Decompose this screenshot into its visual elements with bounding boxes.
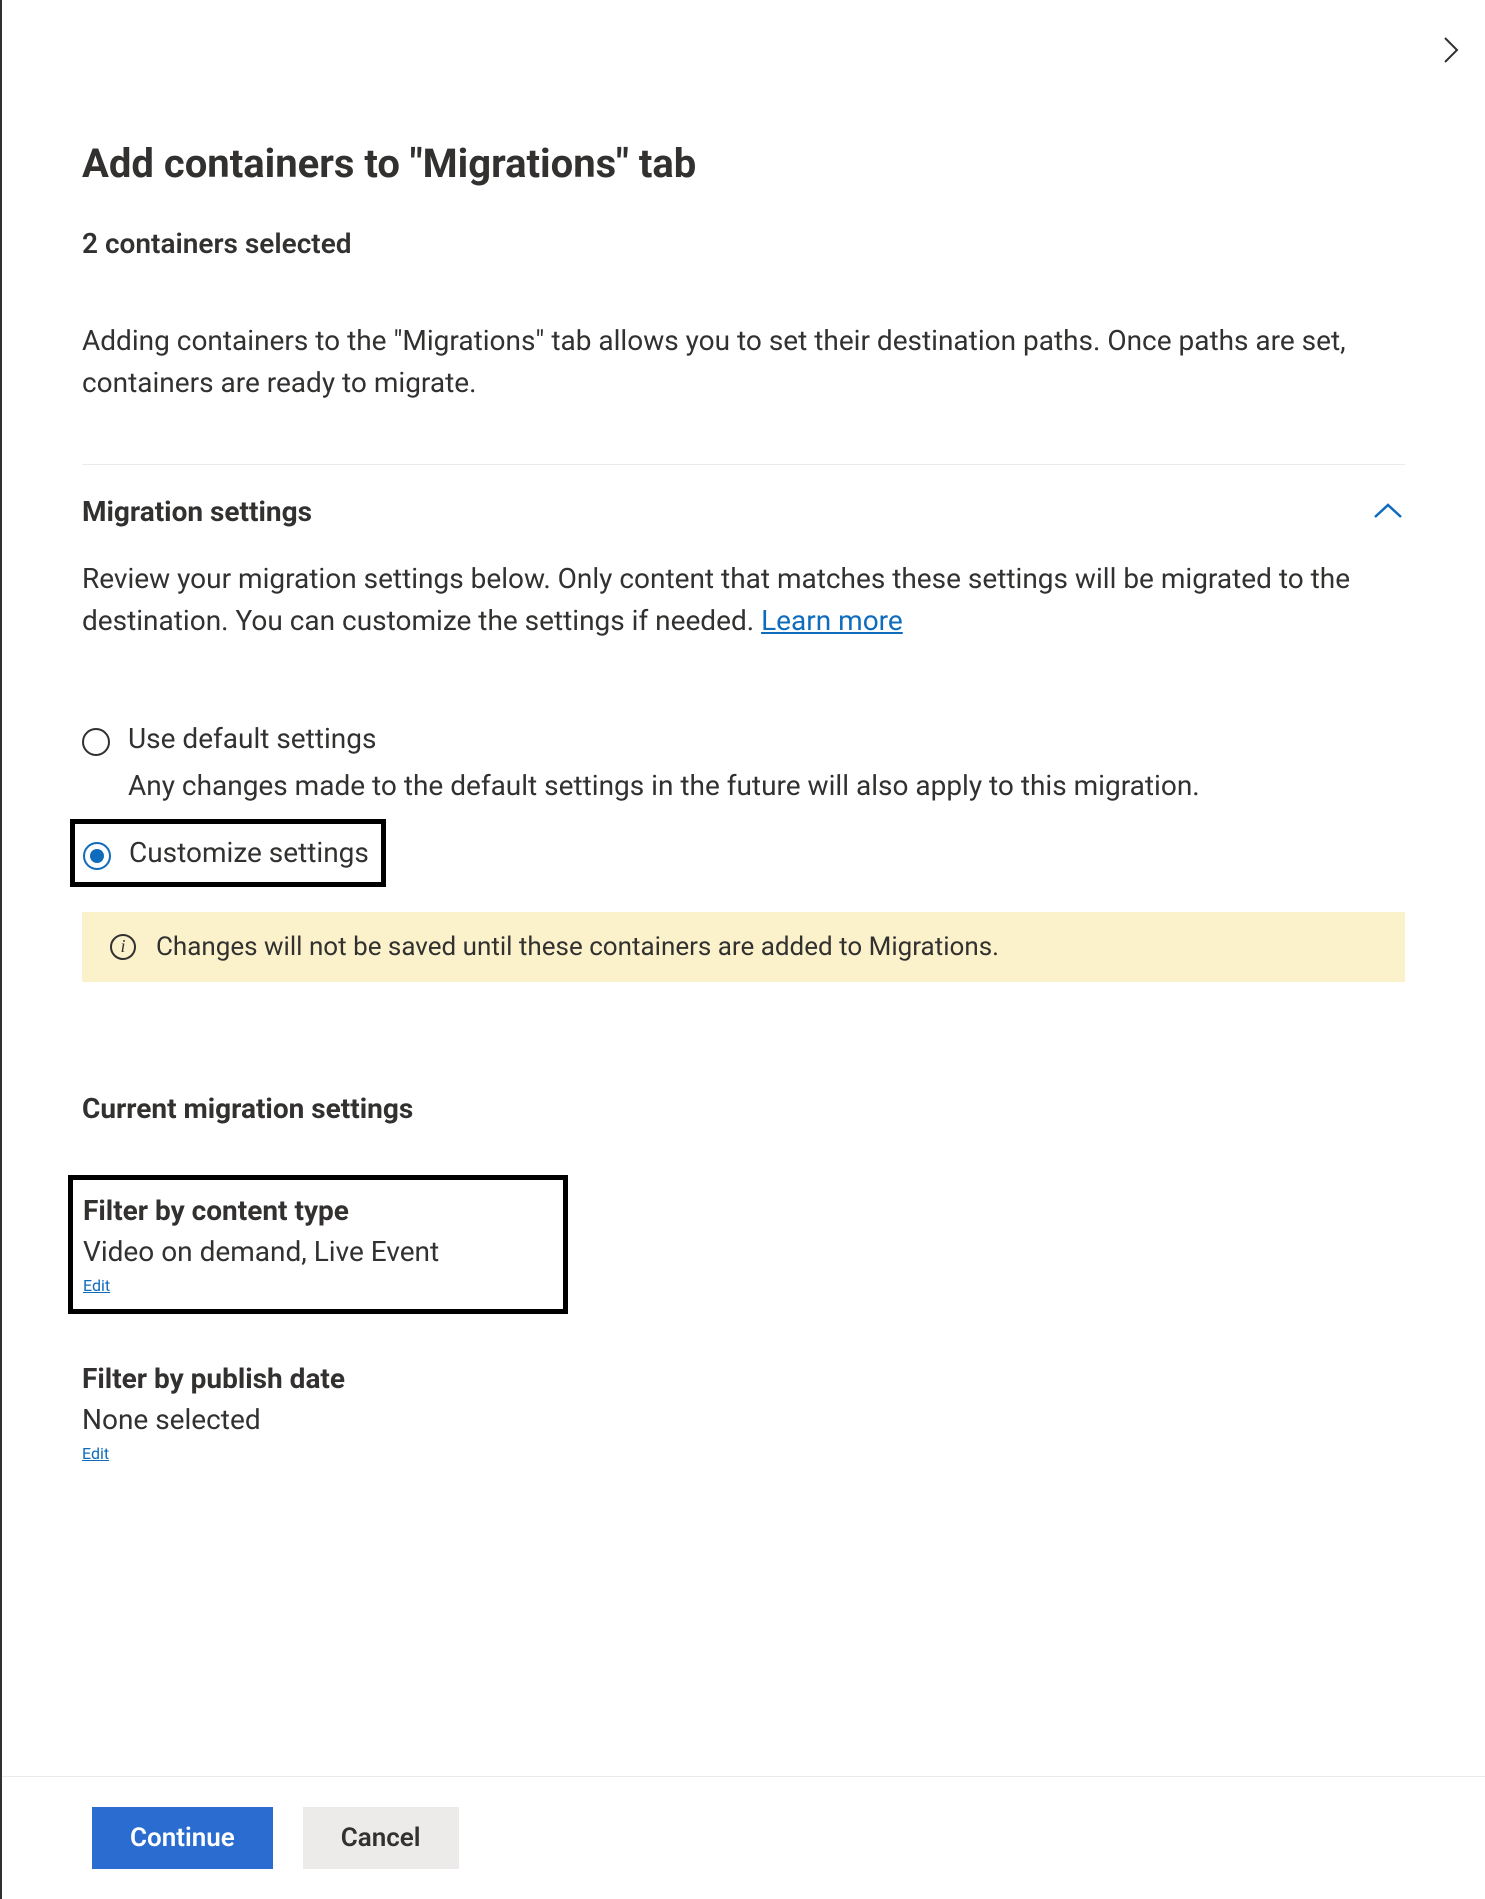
use-default-settings-sublabel: Any changes made to the default settings…: [128, 766, 1405, 807]
footer-actions: Continue Cancel: [2, 1776, 1485, 1899]
current-migration-settings-header: Current migration settings: [82, 1092, 1405, 1125]
filter-publish-date-value: None selected: [82, 1403, 1405, 1436]
migration-settings-desc-text: Review your migration settings below. On…: [82, 562, 1350, 637]
migration-settings-description: Review your migration settings below. On…: [82, 558, 1405, 642]
cancel-button[interactable]: Cancel: [303, 1807, 459, 1869]
page-title: Add containers to "Migrations" tab: [82, 140, 1405, 187]
page-description: Adding containers to the "Migrations" ta…: [82, 320, 1405, 404]
migration-settings-header: Migration settings: [82, 495, 312, 528]
filter-content-type-block: Filter by content type Video on demand, …: [68, 1175, 568, 1314]
filter-publish-date-title: Filter by publish date: [82, 1362, 1405, 1395]
customize-settings-highlight: Customize settings: [70, 819, 386, 887]
selection-count: 2 containers selected: [82, 227, 1405, 260]
filter-publish-date-block: Filter by publish date None selected Edi…: [82, 1362, 1405, 1463]
close-panel-chevron-icon[interactable]: [1437, 30, 1465, 79]
customize-settings-radio[interactable]: [83, 842, 111, 870]
learn-more-link[interactable]: Learn more: [761, 604, 903, 637]
use-default-settings-label: Use default settings: [128, 722, 376, 755]
settings-mode-radio-group: Use default settings Any changes made to…: [82, 722, 1405, 982]
use-default-settings-radio[interactable]: [82, 728, 110, 756]
chevron-up-icon[interactable]: [1371, 495, 1405, 528]
edit-content-type-link[interactable]: Edit: [83, 1276, 110, 1295]
filter-content-type-value: Video on demand, Live Event: [83, 1235, 549, 1268]
continue-button[interactable]: Continue: [92, 1807, 273, 1869]
info-banner: i Changes will not be saved until these …: [82, 912, 1405, 982]
customize-settings-label: Customize settings: [129, 836, 369, 869]
info-icon: i: [110, 934, 136, 960]
filter-content-type-title: Filter by content type: [83, 1194, 549, 1227]
radio-dot-icon: [90, 849, 104, 863]
edit-publish-date-link[interactable]: Edit: [82, 1444, 109, 1463]
info-banner-text: Changes will not be saved until these co…: [156, 932, 999, 962]
divider: [82, 464, 1405, 465]
